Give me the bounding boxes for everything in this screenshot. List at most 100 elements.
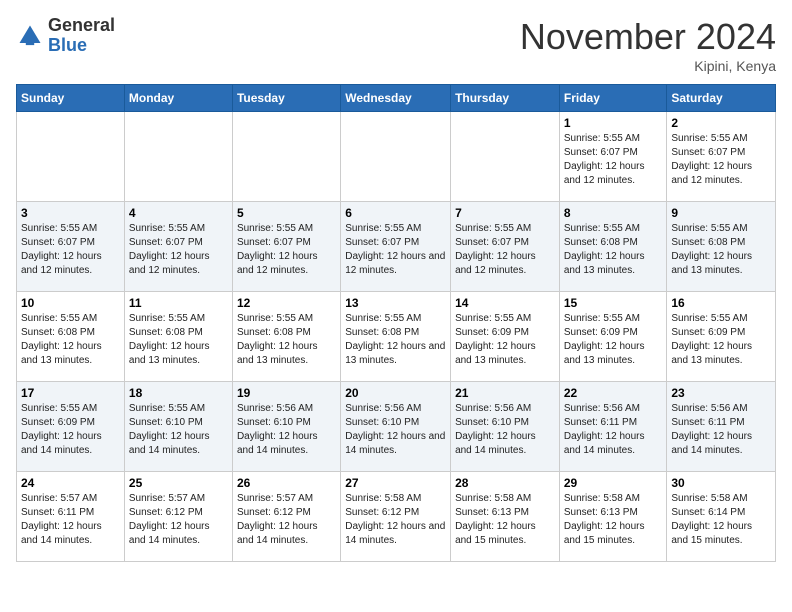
- day-info: Sunrise: 5:58 AM Sunset: 6:14 PM Dayligh…: [671, 492, 771, 548]
- day-info: Sunrise: 5:56 AM Sunset: 6:10 PM Dayligh…: [345, 402, 446, 458]
- day-cell: 30 Sunrise: 5:58 AM Sunset: 6:14 PM Dayli…: [667, 472, 776, 562]
- day-number: 29: [564, 476, 663, 490]
- day-info: Sunrise: 5:55 AM Sunset: 6:08 PM Dayligh…: [671, 222, 771, 278]
- day-cell: 26 Sunrise: 5:57 AM Sunset: 6:12 PM Dayli…: [232, 472, 340, 562]
- day-cell: 7Sunrise: 5:55 AM Sunset: 6:07 PM Daylig…: [451, 202, 560, 292]
- day-cell: 11Sunrise: 5:55 AM Sunset: 6:08 PM Dayli…: [124, 292, 232, 382]
- day-info: Sunrise: 5:56 AM Sunset: 6:10 PM Dayligh…: [455, 402, 555, 458]
- day-info: Sunrise: 5:55 AM Sunset: 6:07 PM Dayligh…: [21, 222, 120, 278]
- day-number: 24: [21, 476, 120, 490]
- day-cell: 18 Sunrise: 5:55 AM Sunset: 6:10 PM Dayli…: [124, 382, 232, 472]
- day-cell: 19 Sunrise: 5:56 AM Sunset: 6:10 PM Dayli…: [232, 382, 340, 472]
- day-info: Sunrise: 5:56 AM Sunset: 6:11 PM Dayligh…: [564, 402, 663, 458]
- week-row-4: 17Sunrise: 5:55 AM Sunset: 6:09 PM Dayli…: [17, 382, 776, 472]
- logo-text: General Blue: [48, 16, 115, 56]
- day-info: Sunrise: 5:55 AM Sunset: 6:09 PM Dayligh…: [21, 402, 120, 458]
- day-cell: 20 Sunrise: 5:56 AM Sunset: 6:10 PM Dayli…: [341, 382, 451, 472]
- day-cell: [341, 112, 451, 202]
- day-info: Sunrise: 5:55 AM Sunset: 6:10 PM Dayligh…: [129, 402, 228, 458]
- day-number: 22: [564, 386, 663, 400]
- day-number: 23: [671, 386, 771, 400]
- day-number: 8: [564, 206, 663, 220]
- day-number: 1: [564, 116, 663, 130]
- day-number: 9: [671, 206, 771, 220]
- logo-general: General: [48, 16, 115, 36]
- day-info: Sunrise: 5:57 AM Sunset: 6:11 PM Dayligh…: [21, 492, 120, 548]
- day-info: Sunrise: 5:57 AM Sunset: 6:12 PM Dayligh…: [237, 492, 336, 548]
- day-info: Sunrise: 5:55 AM Sunset: 6:08 PM Dayligh…: [564, 222, 663, 278]
- day-number: 16: [671, 296, 771, 310]
- day-cell: [232, 112, 340, 202]
- weekday-header-thursday: Thursday: [451, 85, 560, 112]
- day-cell: 2 Sunrise: 5:55 AM Sunset: 6:07 PM Daylig…: [667, 112, 776, 202]
- day-number: 4: [129, 206, 228, 220]
- day-info: Sunrise: 5:58 AM Sunset: 6:12 PM Dayligh…: [345, 492, 446, 548]
- day-number: 25: [129, 476, 228, 490]
- day-number: 7: [455, 206, 555, 220]
- day-cell: 5 Sunrise: 5:55 AM Sunset: 6:07 PM Daylig…: [232, 202, 340, 292]
- day-info: Sunrise: 5:55 AM Sunset: 6:07 PM Dayligh…: [237, 222, 336, 278]
- weekday-header-tuesday: Tuesday: [232, 85, 340, 112]
- day-cell: 6Sunrise: 5:55 AM Sunset: 6:07 PM Daylig…: [341, 202, 451, 292]
- logo: General Blue: [16, 16, 115, 56]
- day-cell: [451, 112, 560, 202]
- day-info: Sunrise: 5:58 AM Sunset: 6:13 PM Dayligh…: [455, 492, 555, 548]
- week-row-1: 1 Sunrise: 5:55 AM Sunset: 6:07 PM Daylig…: [17, 112, 776, 202]
- day-number: 19: [237, 386, 336, 400]
- day-cell: 15 Sunrise: 5:55 AM Sunset: 6:09 PM Dayli…: [559, 292, 667, 382]
- day-number: 21: [455, 386, 555, 400]
- day-cell: [124, 112, 232, 202]
- week-row-5: 24 Sunrise: 5:57 AM Sunset: 6:11 PM Dayli…: [17, 472, 776, 562]
- logo-icon: [16, 22, 44, 50]
- day-number: 3: [21, 206, 120, 220]
- day-number: 14: [455, 296, 555, 310]
- day-number: 11: [129, 296, 228, 310]
- weekday-header-sunday: Sunday: [17, 85, 125, 112]
- week-row-3: 10 Sunrise: 5:55 AM Sunset: 6:08 PM Dayli…: [17, 292, 776, 382]
- logo-blue: Blue: [48, 36, 115, 56]
- title-block: November 2024 Kipini, Kenya: [520, 16, 776, 74]
- day-cell: 17Sunrise: 5:55 AM Sunset: 6:09 PM Dayli…: [17, 382, 125, 472]
- day-info: Sunrise: 5:55 AM Sunset: 6:07 PM Dayligh…: [671, 132, 771, 188]
- day-info: Sunrise: 5:57 AM Sunset: 6:12 PM Dayligh…: [129, 492, 228, 548]
- day-cell: 23 Sunrise: 5:56 AM Sunset: 6:11 PM Dayli…: [667, 382, 776, 472]
- day-info: Sunrise: 5:56 AM Sunset: 6:10 PM Dayligh…: [237, 402, 336, 458]
- day-info: Sunrise: 5:58 AM Sunset: 6:13 PM Dayligh…: [564, 492, 663, 548]
- weekday-header-friday: Friday: [559, 85, 667, 112]
- day-cell: 24 Sunrise: 5:57 AM Sunset: 6:11 PM Dayli…: [17, 472, 125, 562]
- day-number: 26: [237, 476, 336, 490]
- day-info: Sunrise: 5:56 AM Sunset: 6:11 PM Dayligh…: [671, 402, 771, 458]
- day-cell: 12Sunrise: 5:55 AM Sunset: 6:08 PM Dayli…: [232, 292, 340, 382]
- day-info: Sunrise: 5:55 AM Sunset: 6:08 PM Dayligh…: [345, 312, 446, 368]
- day-number: 28: [455, 476, 555, 490]
- calendar-table: SundayMondayTuesdayWednesdayThursdayFrid…: [16, 84, 776, 562]
- day-number: 20: [345, 386, 446, 400]
- day-cell: 21 Sunrise: 5:56 AM Sunset: 6:10 PM Dayli…: [451, 382, 560, 472]
- day-info: Sunrise: 5:55 AM Sunset: 6:09 PM Dayligh…: [671, 312, 771, 368]
- day-cell: 1 Sunrise: 5:55 AM Sunset: 6:07 PM Daylig…: [559, 112, 667, 202]
- day-number: 15: [564, 296, 663, 310]
- day-cell: 16 Sunrise: 5:55 AM Sunset: 6:09 PM Dayli…: [667, 292, 776, 382]
- day-number: 2: [671, 116, 771, 130]
- day-number: 10: [21, 296, 120, 310]
- day-cell: 29 Sunrise: 5:58 AM Sunset: 6:13 PM Dayli…: [559, 472, 667, 562]
- day-number: 13: [345, 296, 446, 310]
- day-number: 18: [129, 386, 228, 400]
- location: Kipini, Kenya: [520, 58, 776, 74]
- month-title: November 2024: [520, 16, 776, 58]
- day-cell: 8 Sunrise: 5:55 AM Sunset: 6:08 PM Daylig…: [559, 202, 667, 292]
- day-info: Sunrise: 5:55 AM Sunset: 6:08 PM Dayligh…: [237, 312, 336, 368]
- day-cell: 22 Sunrise: 5:56 AM Sunset: 6:11 PM Dayli…: [559, 382, 667, 472]
- day-number: 5: [237, 206, 336, 220]
- day-cell: [17, 112, 125, 202]
- day-info: Sunrise: 5:55 AM Sunset: 6:07 PM Dayligh…: [564, 132, 663, 188]
- day-number: 30: [671, 476, 771, 490]
- day-cell: 13 Sunrise: 5:55 AM Sunset: 6:08 PM Dayli…: [341, 292, 451, 382]
- day-info: Sunrise: 5:55 AM Sunset: 6:09 PM Dayligh…: [564, 312, 663, 368]
- day-cell: 4Sunrise: 5:55 AM Sunset: 6:07 PM Daylig…: [124, 202, 232, 292]
- day-info: Sunrise: 5:55 AM Sunset: 6:08 PM Dayligh…: [21, 312, 120, 368]
- weekday-header-row: SundayMondayTuesdayWednesdayThursdayFrid…: [17, 85, 776, 112]
- week-row-2: 3 Sunrise: 5:55 AM Sunset: 6:07 PM Daylig…: [17, 202, 776, 292]
- day-info: Sunrise: 5:55 AM Sunset: 6:09 PM Dayligh…: [455, 312, 555, 368]
- weekday-header-saturday: Saturday: [667, 85, 776, 112]
